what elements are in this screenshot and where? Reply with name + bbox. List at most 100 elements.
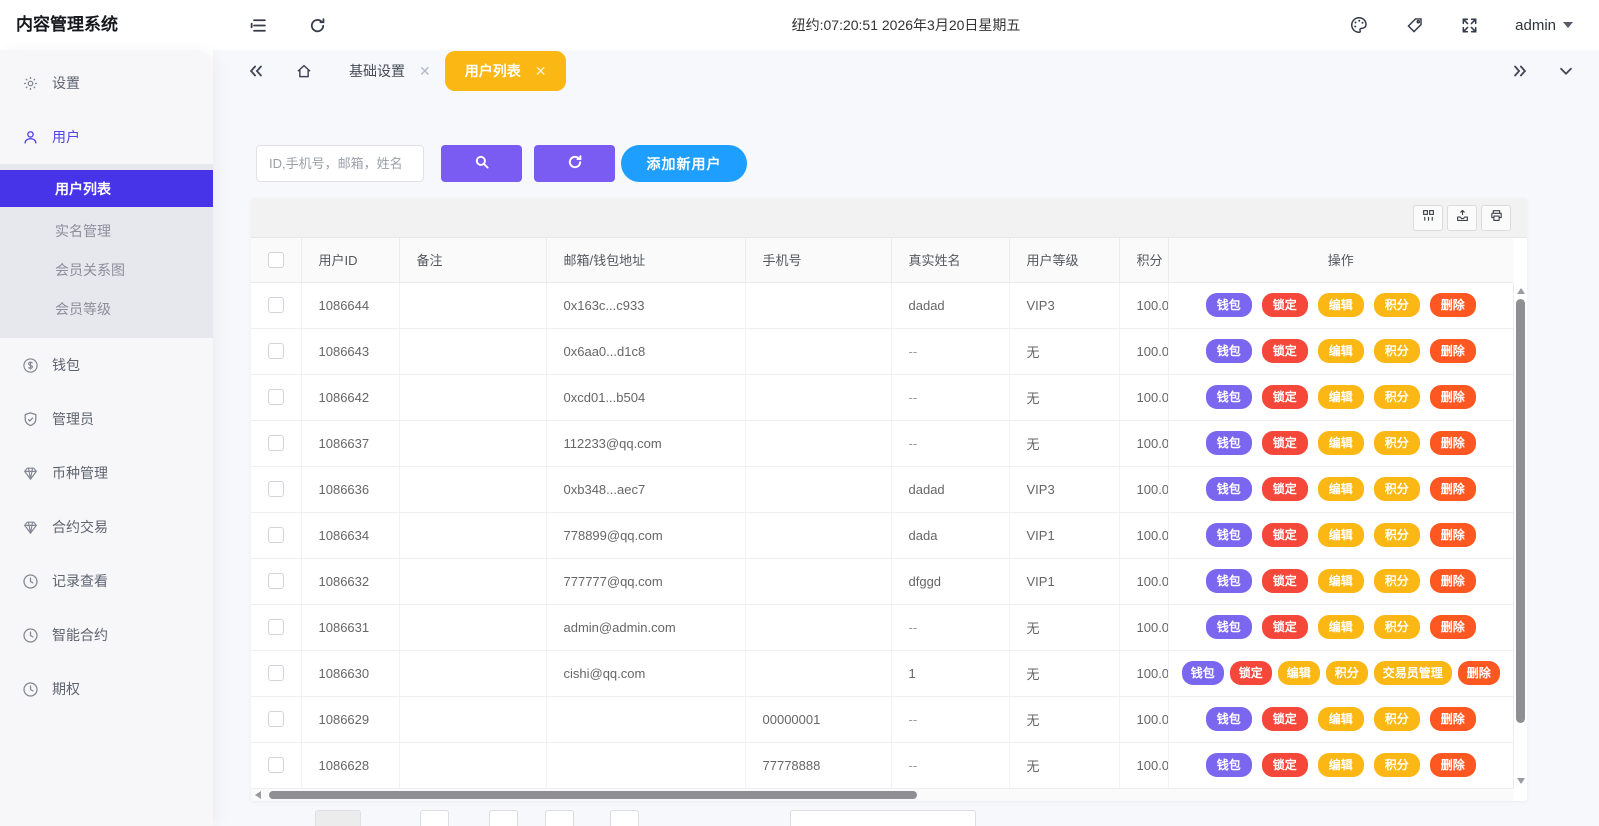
- delete-button[interactable]: 删除: [1429, 568, 1476, 594]
- row-checkbox[interactable]: [267, 665, 284, 682]
- sidebar-item-options[interactable]: 期权: [0, 662, 213, 716]
- edit-button[interactable]: 编辑: [1317, 292, 1364, 318]
- wallet-button[interactable]: 钱包: [1205, 568, 1252, 594]
- lock-button[interactable]: 锁定: [1261, 430, 1308, 456]
- columns-filter-button[interactable]: [1413, 204, 1443, 231]
- lock-button[interactable]: 锁定: [1261, 338, 1308, 364]
- home-icon[interactable]: [295, 62, 313, 80]
- wallet-button[interactable]: 钱包: [1205, 430, 1252, 456]
- row-checkbox[interactable]: [267, 573, 284, 590]
- sidebar-item-member-levels[interactable]: 会员等级: [0, 289, 213, 328]
- points-button[interactable]: 积分: [1373, 752, 1420, 778]
- tabs-scroll-left-icon[interactable]: [247, 62, 265, 80]
- user-menu[interactable]: admin: [1515, 17, 1573, 34]
- tabs-menu-icon[interactable]: [1557, 62, 1575, 80]
- tab-user-list[interactable]: 用户列表 ✕: [444, 51, 567, 91]
- pagination-control[interactable]: [610, 810, 639, 826]
- row-checkbox[interactable]: [267, 481, 284, 498]
- delete-button[interactable]: 删除: [1429, 706, 1476, 732]
- sidebar-item-users[interactable]: 用户: [0, 110, 213, 164]
- tabs-scroll-right-icon[interactable]: [1511, 62, 1529, 80]
- points-button[interactable]: 积分: [1373, 292, 1420, 318]
- delete-button[interactable]: 删除: [1429, 476, 1476, 502]
- pagination-control[interactable]: [489, 810, 518, 826]
- sidebar-item-record-view[interactable]: 记录查看: [0, 554, 213, 608]
- refresh-list-button[interactable]: [534, 145, 615, 182]
- row-checkbox[interactable]: [267, 757, 284, 774]
- table-horizontal-scrollbar[interactable]: [251, 789, 1513, 801]
- menu-fold-icon[interactable]: [249, 16, 268, 35]
- close-icon[interactable]: ✕: [419, 64, 431, 78]
- delete-button[interactable]: 删除: [1429, 752, 1476, 778]
- palette-icon[interactable]: [1349, 15, 1369, 35]
- lock-button[interactable]: 锁定: [1229, 660, 1272, 686]
- row-checkbox[interactable]: [267, 297, 284, 314]
- delete-button[interactable]: 删除: [1429, 292, 1476, 318]
- pagination-control[interactable]: [315, 810, 361, 826]
- lock-button[interactable]: 锁定: [1261, 384, 1308, 410]
- wallet-button[interactable]: 钱包: [1205, 476, 1252, 502]
- row-checkbox[interactable]: [267, 435, 284, 452]
- add-user-button[interactable]: 添加新用户: [621, 145, 747, 182]
- edit-button[interactable]: 编辑: [1317, 476, 1364, 502]
- lock-button[interactable]: 锁定: [1261, 522, 1308, 548]
- edit-button[interactable]: 编辑: [1317, 568, 1364, 594]
- points-button[interactable]: 积分: [1373, 614, 1420, 640]
- points-button[interactable]: 积分: [1325, 660, 1368, 686]
- export-button[interactable]: [1447, 204, 1477, 231]
- edit-button[interactable]: 编辑: [1317, 430, 1364, 456]
- sidebar-item-member-relations[interactable]: 会员关系图: [0, 250, 213, 289]
- row-checkbox[interactable]: [267, 343, 284, 360]
- pagination-control[interactable]: [545, 810, 574, 826]
- delete-button[interactable]: 删除: [1429, 384, 1476, 410]
- sidebar-item-smart-contract[interactable]: 智能合约: [0, 608, 213, 662]
- sidebar-item-administrators[interactable]: 管理员: [0, 392, 213, 446]
- wallet-button[interactable]: 钱包: [1205, 614, 1252, 640]
- tag-icon[interactable]: [1405, 16, 1424, 35]
- wallet-button[interactable]: 钱包: [1205, 384, 1252, 410]
- points-button[interactable]: 积分: [1373, 430, 1420, 456]
- row-checkbox[interactable]: [267, 619, 284, 636]
- fullscreen-icon[interactable]: [1460, 16, 1479, 35]
- sidebar-item-contract-trading[interactable]: 合约交易: [0, 500, 213, 554]
- points-button[interactable]: 积分: [1373, 338, 1420, 364]
- refresh-icon[interactable]: [308, 16, 327, 35]
- wallet-button[interactable]: 钱包: [1205, 292, 1252, 318]
- close-icon[interactable]: ✕: [535, 64, 547, 78]
- row-checkbox[interactable]: [267, 527, 284, 544]
- lock-button[interactable]: 锁定: [1261, 568, 1308, 594]
- edit-button[interactable]: 编辑: [1317, 706, 1364, 732]
- delete-button[interactable]: 删除: [1429, 614, 1476, 640]
- points-button[interactable]: 积分: [1373, 706, 1420, 732]
- lock-button[interactable]: 锁定: [1261, 706, 1308, 732]
- points-button[interactable]: 积分: [1373, 568, 1420, 594]
- search-input[interactable]: [256, 145, 424, 182]
- points-button[interactable]: 积分: [1373, 522, 1420, 548]
- scroll-down-icon[interactable]: [1517, 778, 1525, 784]
- search-button[interactable]: [441, 145, 522, 182]
- edit-button[interactable]: 编辑: [1317, 338, 1364, 364]
- wallet-button[interactable]: 钱包: [1205, 338, 1252, 364]
- sidebar-item-realname-manage[interactable]: 实名管理: [0, 211, 213, 250]
- lock-button[interactable]: 锁定: [1261, 614, 1308, 640]
- wallet-button[interactable]: 钱包: [1205, 522, 1252, 548]
- table-vertical-scrollbar[interactable]: [1513, 283, 1527, 789]
- print-button[interactable]: [1481, 204, 1511, 231]
- row-checkbox[interactable]: [267, 389, 284, 406]
- vertical-scroll-thumb[interactable]: [1516, 299, 1525, 723]
- horizontal-scroll-thumb[interactable]: [269, 791, 917, 799]
- points-button[interactable]: 积分: [1373, 384, 1420, 410]
- delete-button[interactable]: 删除: [1457, 660, 1500, 686]
- row-checkbox[interactable]: [267, 711, 284, 728]
- pagination-control[interactable]: [420, 810, 449, 826]
- sidebar-item-wallet[interactable]: 钱包: [0, 338, 213, 392]
- edit-button[interactable]: 编辑: [1317, 752, 1364, 778]
- trader-button[interactable]: 交易员管理: [1373, 660, 1452, 686]
- wallet-button[interactable]: 钱包: [1205, 752, 1252, 778]
- points-button[interactable]: 积分: [1373, 476, 1420, 502]
- edit-button[interactable]: 编辑: [1317, 522, 1364, 548]
- delete-button[interactable]: 删除: [1429, 338, 1476, 364]
- scroll-left-icon[interactable]: [255, 791, 261, 799]
- edit-button[interactable]: 编辑: [1317, 384, 1364, 410]
- scroll-up-icon[interactable]: [1517, 288, 1525, 294]
